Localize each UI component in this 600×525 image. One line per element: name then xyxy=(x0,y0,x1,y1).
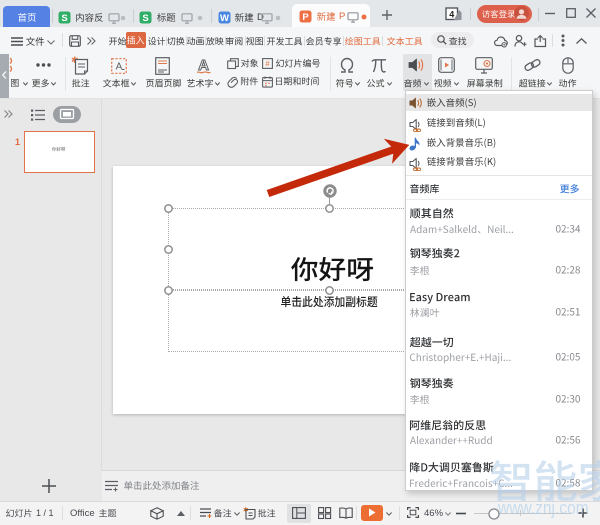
svg-text:P: P xyxy=(302,11,309,22)
svg-text:A: A xyxy=(198,57,209,74)
svg-text:A: A xyxy=(116,61,123,72)
svg-text:W: W xyxy=(220,12,229,23)
svg-text:S: S xyxy=(61,12,67,23)
svg-text:S: S xyxy=(142,12,148,23)
svg-text:#: # xyxy=(265,60,270,69)
svg-text:4: 4 xyxy=(449,9,454,19)
